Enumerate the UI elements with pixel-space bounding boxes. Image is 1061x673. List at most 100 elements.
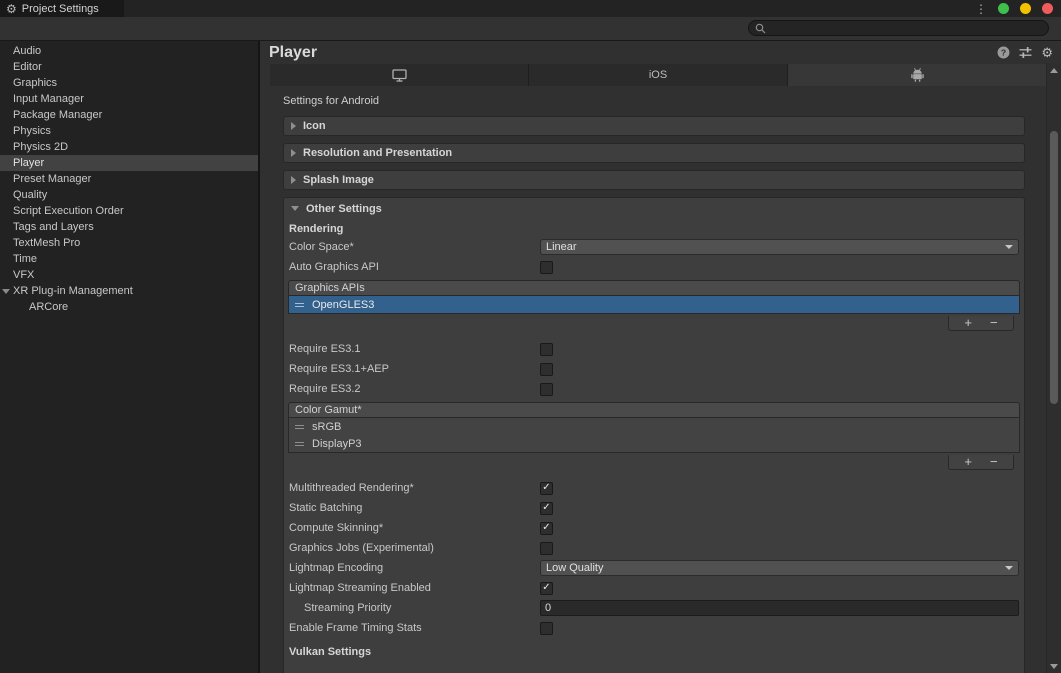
page-title: Player: [268, 44, 997, 62]
foldout-other-settings: Other Settings Rendering Color Space* Li…: [283, 197, 1025, 673]
check-icon: ✓: [542, 523, 550, 533]
sidebar-item-time[interactable]: Time: [0, 251, 258, 267]
foldout-collapsed-arrow-icon: [291, 122, 296, 130]
sidebar-item-input-manager[interactable]: Input Manager: [0, 91, 258, 107]
settings-sidebar: Audio Editor Graphics Input Manager Pack…: [0, 41, 260, 673]
scroll-up-arrow-icon[interactable]: [1050, 68, 1058, 73]
other-settings-header[interactable]: Other Settings: [288, 198, 1020, 219]
sidebar-item-arcore[interactable]: ARCore: [0, 299, 258, 315]
sidebar-item-audio[interactable]: Audio: [0, 43, 258, 59]
list-item-opengles3[interactable]: OpenGLES3: [289, 296, 1019, 313]
sidebar-item-physics-2d[interactable]: Physics 2D: [0, 139, 258, 155]
compute-skinning-checkbox[interactable]: ✓: [540, 522, 553, 535]
add-button[interactable]: +: [964, 317, 972, 329]
sidebar-item-editor[interactable]: Editor: [0, 59, 258, 75]
sidebar-item-script-execution-order[interactable]: Script Execution Order: [0, 203, 258, 219]
window-control-green[interactable]: [998, 3, 1009, 14]
compute-skinning-label: Compute Skinning*: [288, 522, 540, 534]
foldout-splash-image[interactable]: Splash Image: [283, 170, 1025, 190]
require-es32-checkbox[interactable]: [540, 383, 553, 396]
presets-icon[interactable]: [1019, 46, 1032, 59]
graphics-apis-list-header: Graphics APIs: [288, 280, 1020, 296]
auto-graphics-api-checkbox[interactable]: [540, 261, 553, 274]
gear-icon[interactable]: ⚙: [1041, 47, 1053, 59]
check-icon: ✓: [542, 503, 550, 513]
sidebar-item-textmesh-pro[interactable]: TextMesh Pro: [0, 235, 258, 251]
color-gamut-list-header: Color Gamut*: [288, 402, 1020, 418]
window-control-yellow[interactable]: [1020, 3, 1031, 14]
settings-gear-icon: ⚙: [6, 3, 17, 15]
lightmap-encoding-label: Lightmap Encoding: [288, 562, 540, 574]
multithreaded-rendering-row: Multithreaded Rendering* ✓: [288, 478, 1020, 498]
lightmap-streaming-row: Lightmap Streaming Enabled ✓: [288, 578, 1020, 598]
remove-button[interactable]: −: [990, 317, 998, 329]
chevron-down-icon: [1005, 245, 1013, 249]
window-title: Project Settings: [22, 3, 99, 15]
window-tab[interactable]: ⚙ Project Settings: [0, 0, 124, 17]
frame-timing-checkbox[interactable]: [540, 622, 553, 635]
sidebar-item-graphics[interactable]: Graphics: [0, 75, 258, 91]
tab-android[interactable]: [788, 64, 1046, 86]
rendering-section-header: Rendering: [288, 221, 1020, 237]
foldout-icon-section[interactable]: Icon: [283, 116, 1025, 136]
search-box[interactable]: [748, 20, 1049, 36]
drag-handle-icon[interactable]: [295, 301, 304, 309]
list-item-displayp3[interactable]: DisplayP3: [289, 435, 1019, 452]
foldout-resolution-presentation[interactable]: Resolution and Presentation: [283, 143, 1025, 163]
lightmap-encoding-dropdown[interactable]: Low Quality: [540, 560, 1019, 576]
graphics-jobs-row: Graphics Jobs (Experimental): [288, 538, 1020, 558]
require-es31-row: Require ES3.1: [288, 339, 1020, 359]
lightmap-streaming-label: Lightmap Streaming Enabled: [288, 582, 540, 594]
platform-tabbar: iOS: [270, 64, 1046, 86]
lightmap-streaming-checkbox[interactable]: ✓: [540, 582, 553, 595]
require-es31aep-checkbox[interactable]: [540, 363, 553, 376]
vertical-scrollbar[interactable]: [1046, 63, 1061, 673]
sidebar-item-physics[interactable]: Physics: [0, 123, 258, 139]
list-item-srgb[interactable]: sRGB: [289, 418, 1019, 435]
auto-graphics-api-label: Auto Graphics API: [288, 261, 540, 273]
sidebar-item-vfx[interactable]: VFX: [0, 267, 258, 283]
svg-text:?: ?: [1001, 48, 1006, 58]
static-batching-checkbox[interactable]: ✓: [540, 502, 553, 515]
tab-standalone[interactable]: [270, 64, 529, 86]
graphics-apis-list-footer: + −: [948, 316, 1014, 331]
sidebar-item-preset-manager[interactable]: Preset Manager: [0, 171, 258, 187]
search-input[interactable]: [770, 22, 1048, 34]
require-es31-label: Require ES3.1: [288, 343, 540, 355]
require-es32-label: Require ES3.2: [288, 383, 540, 395]
streaming-priority-field[interactable]: [540, 600, 1019, 616]
streaming-priority-label: Streaming Priority: [288, 602, 540, 614]
lightmap-encoding-row: Lightmap Encoding Low Quality: [288, 558, 1020, 578]
sidebar-item-xr-plugin-management[interactable]: XR Plug-in Management: [0, 283, 258, 299]
window-control-red[interactable]: [1042, 3, 1053, 14]
expand-arrow-icon[interactable]: [2, 289, 10, 294]
scrollbar-thumb[interactable]: [1050, 131, 1058, 404]
toolbar: [0, 17, 1061, 41]
foldout-expanded-arrow-icon: [291, 206, 299, 211]
drag-handle-icon[interactable]: [295, 423, 304, 431]
graphics-jobs-label: Graphics Jobs (Experimental): [288, 542, 540, 554]
require-es31-checkbox[interactable]: [540, 343, 553, 356]
graphics-jobs-checkbox[interactable]: [540, 542, 553, 555]
sidebar-item-tags-and-layers[interactable]: Tags and Layers: [0, 219, 258, 235]
content-header: Player ? ⚙: [260, 41, 1061, 64]
require-es32-row: Require ES3.2: [288, 379, 1020, 399]
kebab-menu-icon[interactable]: ⋮: [975, 3, 987, 15]
color-space-dropdown[interactable]: Linear: [540, 239, 1019, 255]
sidebar-item-quality[interactable]: Quality: [0, 187, 258, 203]
scroll-down-arrow-icon[interactable]: [1050, 664, 1058, 669]
check-icon: ✓: [542, 583, 550, 593]
project-settings-window: ⚙ Project Settings ⋮ Audio Editor Graphi…: [0, 0, 1061, 673]
color-gamut-list-footer: + −: [948, 455, 1014, 470]
multithreaded-rendering-checkbox[interactable]: ✓: [540, 482, 553, 495]
add-button[interactable]: +: [964, 456, 972, 468]
static-batching-row: Static Batching ✓: [288, 498, 1020, 518]
frame-timing-row: Enable Frame Timing Stats: [288, 618, 1020, 638]
drag-handle-icon[interactable]: [295, 440, 304, 448]
sidebar-item-package-manager[interactable]: Package Manager: [0, 107, 258, 123]
settings-scroll-area: Settings for Android Icon Resolution and…: [260, 86, 1046, 673]
remove-button[interactable]: −: [990, 456, 998, 468]
sidebar-item-player[interactable]: Player: [0, 155, 258, 171]
help-icon[interactable]: ?: [997, 46, 1010, 59]
tab-ios[interactable]: iOS: [529, 64, 788, 86]
